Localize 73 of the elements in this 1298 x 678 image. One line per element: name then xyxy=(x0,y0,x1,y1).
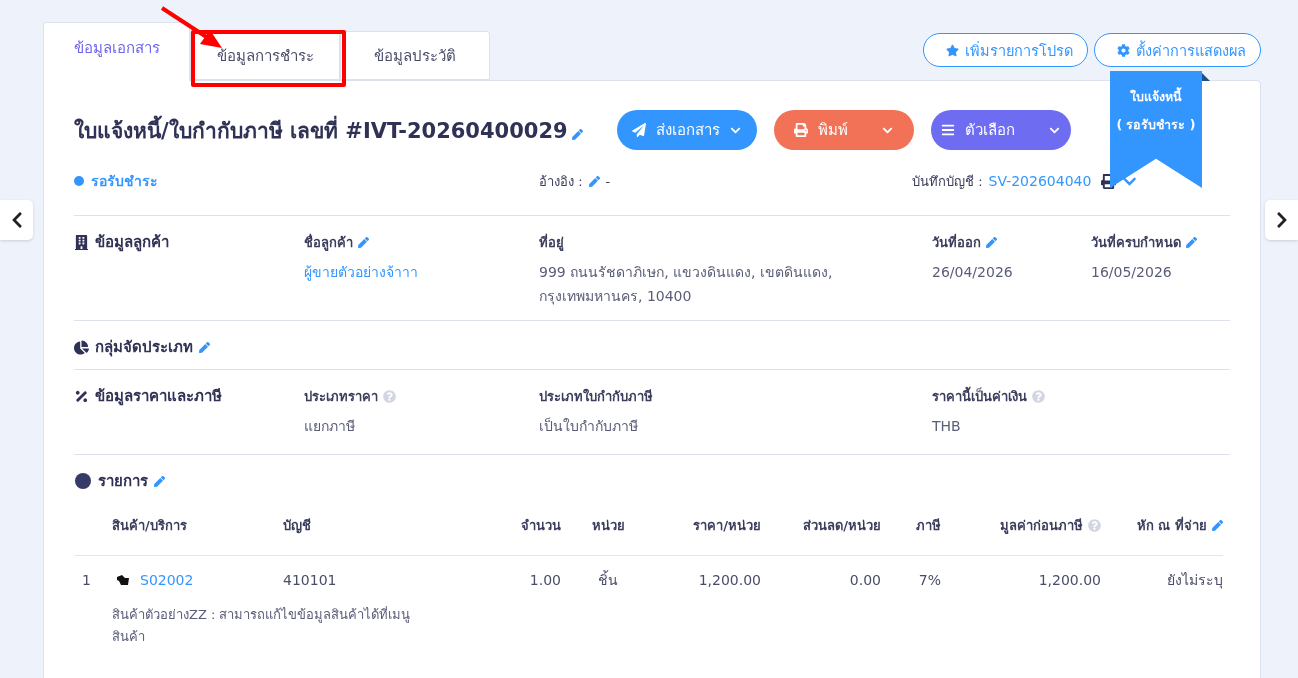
status-ribbon: ใบแจ้งหนี้ ( รอรับชำระ ) xyxy=(1110,71,1202,188)
add-favorite-button[interactable]: เพิ่มรายการโปรด xyxy=(923,33,1088,67)
reference-value: - xyxy=(605,173,611,189)
column-header: ส่วนลด/หน่วย xyxy=(803,516,881,535)
edit-icon[interactable] xyxy=(358,236,369,248)
table-cell-text: 1,200.00 xyxy=(697,572,761,588)
section-title: ข้อมูลลูกค้า xyxy=(95,232,169,254)
options-button[interactable]: ตัวเลือก xyxy=(930,110,1071,150)
previous-button[interactable] xyxy=(0,200,33,240)
printer-icon xyxy=(794,123,809,137)
section-title: ข้อมูลราคาและภาษี xyxy=(95,386,222,408)
table-cell-text: 410101 xyxy=(283,572,338,588)
building-icon xyxy=(74,234,89,250)
section-title: รายการ xyxy=(98,471,148,492)
menu-icon xyxy=(941,123,956,137)
field-value: THB xyxy=(932,417,962,436)
field-label: ชื่อลูกค้า xyxy=(304,232,353,253)
edit-icon[interactable] xyxy=(199,341,210,353)
circle-icon xyxy=(74,472,92,490)
journal-label: บันทึกบัญชี : xyxy=(912,172,983,191)
tab[interactable]: ข้อมูลเอกสาร xyxy=(43,22,190,81)
reference-label: อ้างอิง : xyxy=(539,172,583,191)
gear-icon xyxy=(1117,43,1130,57)
edit-icon[interactable] xyxy=(154,475,165,487)
edit-icon[interactable] xyxy=(986,236,997,248)
field-value: 26/04/2026 xyxy=(932,263,1014,282)
section-title: กลุ่มจัดประเภท xyxy=(95,337,193,359)
field-value: เป็นใบกำกับภาษี xyxy=(539,416,639,436)
table-cell-text: ยังไม่ระบุ xyxy=(1166,571,1223,591)
display-settings-button[interactable]: ตั้งค่าการแสดงผล xyxy=(1094,33,1261,67)
table-cell-text: 0.00 xyxy=(848,572,881,588)
product-thumbnail-icon xyxy=(116,574,130,586)
tab[interactable]: ข้อมูลประวัติ xyxy=(340,31,490,80)
edit-icon[interactable] xyxy=(571,128,583,140)
field-label: วันที่ครบกำหนด xyxy=(1091,232,1181,252)
column-header: บัญชี xyxy=(283,516,311,536)
field-label: ประเภทราคา xyxy=(304,387,378,406)
column-header: หัก ณ ที่จ่าย xyxy=(1136,515,1207,535)
star-icon xyxy=(946,43,959,57)
table-cell-text: ชิ้น xyxy=(597,569,619,590)
product-link[interactable]: S02002 xyxy=(140,572,194,588)
field-value: แยกภาษี xyxy=(304,417,356,436)
next-button[interactable] xyxy=(1265,200,1298,240)
column-header: ราคา/หน่วย xyxy=(693,516,761,535)
edit-icon[interactable] xyxy=(1186,236,1197,248)
field-value: 16/05/2026 xyxy=(1091,263,1173,282)
customer-link[interactable]: ผู้ขายตัวอย่างจ้าาา xyxy=(304,260,539,284)
send-document-button[interactable]: ส่งเอกสาร xyxy=(616,110,757,150)
edit-icon[interactable] xyxy=(1212,519,1223,531)
column-header: จำนวน xyxy=(521,516,561,535)
table-cell-text: 1,200.00 xyxy=(1037,572,1101,588)
print-button[interactable]: พิมพ์ xyxy=(773,110,914,150)
edit-icon[interactable] xyxy=(588,175,600,187)
paper-plane-icon xyxy=(632,123,647,137)
field-label: วันที่ออก xyxy=(932,232,981,252)
percent-icon xyxy=(74,388,89,404)
pie-chart-icon xyxy=(74,339,89,355)
journal-link[interactable]: SV-202604040 xyxy=(988,173,1092,189)
table-cell-text: 1.00 xyxy=(528,572,561,588)
table-cell-text: 7% xyxy=(917,572,941,588)
print-icon[interactable] xyxy=(1101,173,1117,189)
column-header: มูลค่าก่อนภาษี xyxy=(1000,516,1083,536)
column-header: ภาษี xyxy=(916,516,941,535)
row-number: 1 xyxy=(81,572,92,588)
product-description: สินค้าตัวอย่างZZ : สามารถแก้ไขข้อมูลสินค้าได้ที่เมนู สินค้า xyxy=(112,605,412,646)
document-title: ใบแจ้งหนี้/ใบกำกับภาษี เลขที่ #IVT-20260400029 xyxy=(74,113,568,147)
field-label: ราคานี้เป็นค่าเงิน xyxy=(932,385,1027,406)
status-label: รอรับชำระ xyxy=(74,170,539,192)
field-label: ที่อยู่ xyxy=(539,232,564,253)
column-header: สินค้า/บริการ xyxy=(112,516,187,535)
field-value: 999 ถนนรัชดาภิเษก, แขวงดินแดง, เขตดินแดง, กรุงเทพมหานคร, 10400 xyxy=(539,263,834,307)
field-label: ประเภทใบกำกับภาษี xyxy=(539,387,653,406)
column-header: หน่วย xyxy=(591,516,625,535)
